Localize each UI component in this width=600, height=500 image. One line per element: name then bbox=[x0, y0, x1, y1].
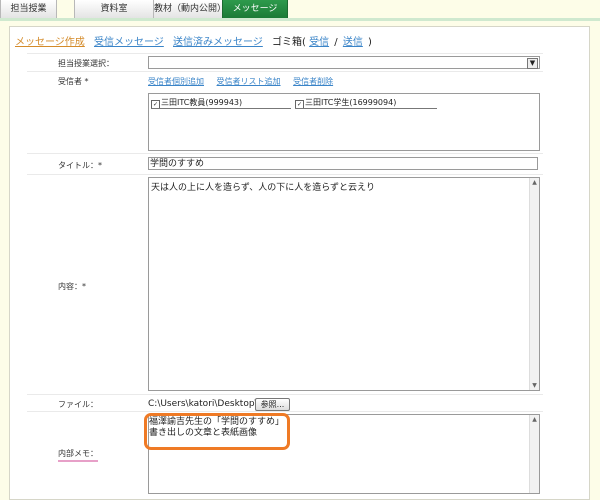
tab-courses[interactable]: 担当授業 bbox=[0, 0, 57, 19]
body-textarea[interactable]: 天は人の上に人を造らず、人の下に人を造らずと云えり ▲ ▼ bbox=[148, 177, 540, 391]
memo-highlight-annotation bbox=[144, 413, 290, 450]
tab-teaching-materials[interactable]: 教材（動内公開） bbox=[153, 0, 226, 19]
tab-underline bbox=[0, 18, 600, 21]
body-label: 内容：* bbox=[58, 282, 86, 291]
internal-memo-label: 内部メモ： bbox=[58, 448, 98, 462]
recipients-label: 受信者 * bbox=[58, 77, 89, 86]
divider bbox=[27, 394, 543, 395]
chevron-down-icon[interactable]: ▼ bbox=[527, 58, 538, 69]
tab-bar: 担当授業 資料室 教材（動内公開） メッセージ bbox=[0, 0, 600, 22]
sent-link[interactable]: 送信済みメッセージ bbox=[173, 37, 263, 48]
divider bbox=[27, 53, 543, 54]
recipient-underline bbox=[151, 108, 291, 109]
divider bbox=[27, 411, 543, 412]
file-path-input[interactable]: C:\Users\katori\Desktop\ bbox=[148, 399, 258, 409]
message-submenu: メッセージ作成 受信メッセージ 送信済みメッセージ ゴミ箱( 受信 / 送信 ) bbox=[15, 33, 378, 48]
file-label: ファイル： bbox=[58, 400, 98, 409]
scroll-up-icon[interactable]: ▲ bbox=[530, 415, 539, 424]
trash-label: ゴミ箱( bbox=[272, 37, 306, 48]
memo-scrollbar[interactable]: ▲ bbox=[529, 415, 539, 493]
received-link[interactable]: 受信メッセージ bbox=[94, 37, 164, 48]
tab-messages[interactable]: メッセージ bbox=[222, 0, 288, 19]
recipient-name: 三田ITC学生(16999094) bbox=[305, 98, 397, 107]
compose-link[interactable]: メッセージ作成 bbox=[15, 37, 85, 48]
trash-separator: / bbox=[334, 37, 338, 48]
add-recipient-link[interactable]: 受信者個別追加 bbox=[148, 77, 204, 86]
trash-sent-link[interactable]: 送信 bbox=[343, 37, 363, 48]
recipient-underline bbox=[295, 108, 437, 109]
course-select[interactable]: ▼ bbox=[148, 56, 540, 69]
trash-close: ) bbox=[368, 37, 372, 48]
recipients-list: ✓ 三田ITC教員(999943) ✓ 三田ITC学生(16999094) bbox=[148, 93, 540, 151]
remove-recipient-link[interactable]: 受信者削除 bbox=[293, 77, 333, 86]
course-select-label: 担当授業選択： bbox=[58, 59, 114, 68]
body-text: 天は人の上に人を造らず、人の下に人を造らずと云えり bbox=[151, 183, 376, 193]
tab-materials-room[interactable]: 資料室 bbox=[74, 0, 154, 19]
title-label: タイトル：* bbox=[58, 161, 102, 170]
scroll-up-icon[interactable]: ▲ bbox=[530, 178, 539, 187]
add-recipient-list-link[interactable]: 受信者リスト追加 bbox=[217, 77, 281, 86]
recipient-name: 三田ITC教員(999943) bbox=[161, 98, 243, 107]
scroll-down-icon[interactable]: ▼ bbox=[530, 381, 539, 390]
browse-button[interactable]: 参照... bbox=[255, 398, 290, 411]
divider bbox=[27, 174, 543, 175]
title-input[interactable]: 学問のすすめ bbox=[148, 157, 538, 170]
body-scrollbar[interactable]: ▲ ▼ bbox=[529, 178, 539, 390]
recipient-actions: 受信者個別追加 受信者リスト追加 受信者削除 bbox=[148, 76, 343, 87]
trash-received-link[interactable]: 受信 bbox=[309, 37, 329, 48]
divider bbox=[27, 71, 543, 72]
divider bbox=[27, 153, 543, 154]
